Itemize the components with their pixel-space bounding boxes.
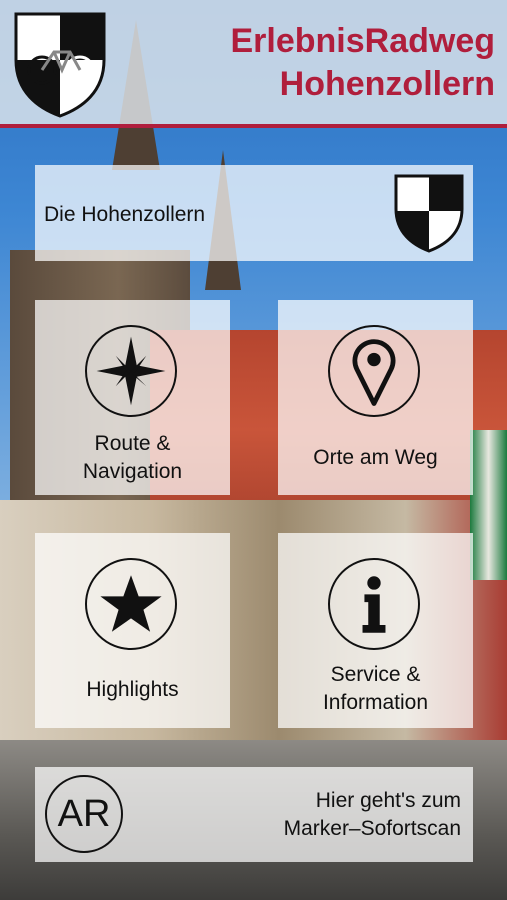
checkered-shield-icon [393,173,465,253]
app-title-line2: Hohenzollern [279,65,495,103]
route-label-line2: Navigation [82,460,183,483]
compass-rose-icon [85,325,177,417]
header-divider [0,124,507,128]
highlights-button[interactable]: Highlights [35,533,230,728]
service-information-label: Service & Information [278,661,473,717]
service-label-line2: Information [322,691,429,714]
info-icon [328,558,420,650]
star-icon [85,558,177,650]
ar-scan-label: Hier geht's zum Marker–Sofortscan [284,787,461,843]
service-information-button[interactable]: Service & Information [278,533,473,728]
app-title-line1: ErlebnisRadweg [230,22,495,60]
ar-label-line1: Hier geht's zum [315,789,461,812]
orte-am-weg-label: Orte am Weg [313,446,438,469]
ar-label-line2: Marker–Sofortscan [283,817,461,840]
route-label-line1: Route & [94,432,171,455]
highlights-label: Highlights [86,678,179,701]
ar-marker-scan-button[interactable]: AR Hier geht's zum Marker–Sofortscan [35,767,473,862]
ar-icon: AR [45,775,123,853]
hohenzollern-button[interactable]: Die Hohenzollern [35,165,473,261]
map-pin-icon [328,325,420,417]
app-title: ErlebnisRadweg Hohenzollern [230,20,495,106]
bicycle-crest-icon [12,10,108,118]
app-header: ErlebnisRadweg Hohenzollern [0,0,507,124]
service-label-line1: Service & [330,663,421,686]
orte-am-weg-button[interactable]: Orte am Weg [278,300,473,495]
route-navigation-button[interactable]: Route & Navigation [35,300,230,495]
route-navigation-label: Route & Navigation [35,430,230,486]
hohenzollern-label: Die Hohenzollern [44,203,206,226]
